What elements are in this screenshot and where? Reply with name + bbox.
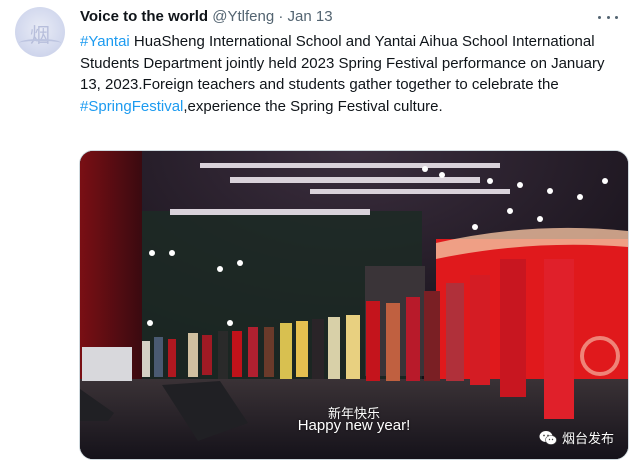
tweet-header: Voice to the world @Ytlfeng · Jan 13 [80, 8, 333, 25]
avatar-wave-decoration [19, 39, 61, 47]
watermark-label: 烟台发布 [561, 432, 614, 447]
wechat-icon [539, 430, 557, 445]
tweet-date[interactable]: Jan 13 [288, 8, 333, 25]
more-horizontal-icon-dot [598, 15, 601, 19]
avatar[interactable]: 烟 [15, 7, 65, 57]
more-options-button[interactable] [598, 10, 618, 24]
tweet-text-part: ,experience the Spring Festival culture. [183, 97, 443, 115]
hashtag-yantai[interactable]: #Yantai [80, 33, 130, 50]
more-horizontal-icon-dot [615, 15, 618, 19]
user-handle[interactable]: @Ytlfeng [212, 8, 274, 25]
display-name[interactable]: Voice to the world [80, 8, 208, 25]
source-watermark: 烟台发布 [539, 428, 614, 447]
more-horizontal-icon-dot [606, 15, 610, 19]
tweet-text: #Yantai HuaSheng International School an… [80, 31, 625, 117]
tweet-text-part: HuaSheng International School and Yantai… [80, 33, 605, 94]
hashtag-springfestival[interactable]: #SpringFestival [80, 98, 183, 115]
header-separator: · [278, 8, 284, 25]
tweet-video[interactable]: 新年快乐 Happy new year! 烟台发布 [79, 150, 629, 460]
